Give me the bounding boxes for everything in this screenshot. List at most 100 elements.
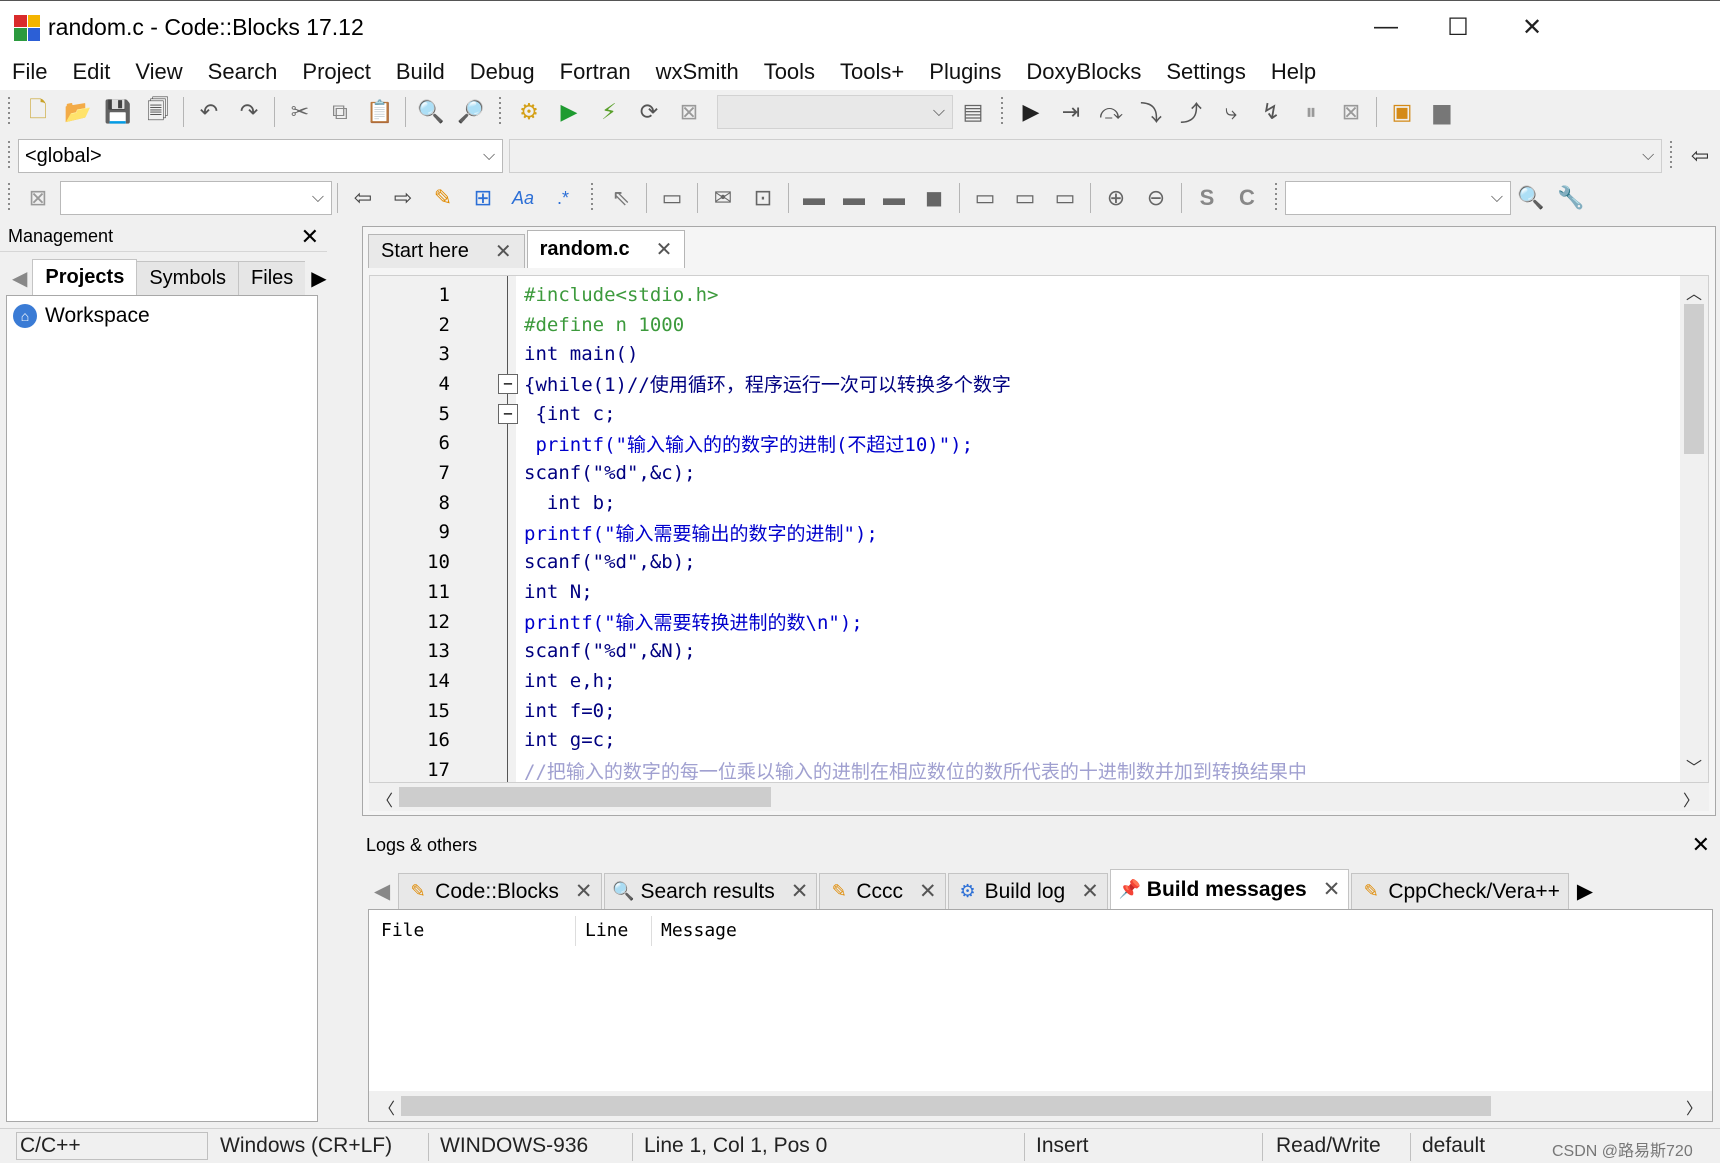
- align-bottom-icon[interactable]: ▬: [878, 182, 910, 214]
- column-header-message[interactable]: Message: [661, 920, 737, 941]
- scroll-right-icon[interactable]: 〉: [1686, 1095, 1702, 1119]
- close-icon[interactable]: ✕: [301, 224, 319, 250]
- save-all-icon[interactable]: 🗐: [142, 96, 174, 128]
- tab-files[interactable]: Files: [238, 261, 307, 295]
- code-line[interactable]: 14 int e,h;: [370, 666, 1680, 696]
- frame-icon[interactable]: ▭: [656, 182, 688, 214]
- toolbar-grip[interactable]: [589, 183, 595, 213]
- highlight-icon[interactable]: ✎: [427, 182, 459, 214]
- align-middle-icon[interactable]: ▬: [838, 182, 870, 214]
- menu-settings[interactable]: Settings: [1166, 59, 1246, 85]
- find-next-icon[interactable]: ⇨: [387, 182, 419, 214]
- close-icon[interactable]: ✕: [1692, 832, 1710, 858]
- scope-combo[interactable]: <global> ⌵: [17, 139, 504, 173]
- code-line[interactable]: 17 //把输入的数字的每一位乘以输入的进制在相应数位的数所代表的十进制数并加到转…: [370, 755, 1680, 782]
- find-icon[interactable]: 🔍: [415, 96, 447, 128]
- tab-scroll-left-icon[interactable]: ◀: [368, 873, 397, 909]
- scroll-up-icon[interactable]: ︿: [1686, 280, 1702, 304]
- function-combo[interactable]: ⌵: [509, 139, 1663, 173]
- tab-log-cccc[interactable]: ✎ Cccc ✕: [819, 873, 946, 909]
- stop-debugger-icon[interactable]: ⊠: [1335, 96, 1367, 128]
- close-icon[interactable]: ✕: [1323, 877, 1341, 902]
- symbol-search-input[interactable]: ⌵: [1285, 181, 1511, 215]
- menu-project[interactable]: Project: [302, 59, 370, 85]
- regex-icon[interactable]: .*: [547, 182, 579, 214]
- toolbar-grip[interactable]: [1668, 141, 1675, 171]
- redo-icon[interactable]: ↷: [233, 96, 265, 128]
- close-icon[interactable]: ✕: [495, 239, 512, 264]
- menu-debug[interactable]: Debug: [470, 59, 535, 85]
- scrollbar-thumb[interactable]: [399, 787, 771, 807]
- step-into-instruction-icon[interactable]: ↯: [1255, 96, 1287, 128]
- build-icon[interactable]: ⚙: [513, 96, 545, 128]
- cut-icon[interactable]: ✂: [284, 96, 316, 128]
- search-input[interactable]: ⌵: [60, 181, 332, 215]
- dialog-icon[interactable]: ✉: [707, 182, 739, 214]
- step-out-icon[interactable]: ⤴: [1175, 96, 1207, 128]
- jump-back-icon[interactable]: ⇦: [1684, 140, 1716, 172]
- menu-plugins[interactable]: Plugins: [929, 59, 1001, 85]
- settings-wrench-icon[interactable]: 🔧: [1555, 182, 1587, 214]
- toolbar-grip[interactable]: [6, 97, 12, 127]
- debugging-windows-icon[interactable]: ▣: [1386, 96, 1418, 128]
- tab-log-build-log[interactable]: ⚙ Build log ✕: [947, 873, 1108, 909]
- build-target-combo[interactable]: ⌵: [717, 95, 953, 129]
- tab-log-code-blocks[interactable]: ✎ Code::Blocks ✕: [398, 873, 602, 909]
- code-line[interactable]: 2 #define n 1000: [370, 310, 1680, 340]
- various-info-icon[interactable]: ▆: [1426, 96, 1458, 128]
- run-icon[interactable]: ▶: [553, 96, 585, 128]
- tab-log-search-results[interactable]: 🔍 Search results ✕: [603, 873, 818, 909]
- debug-continue-icon[interactable]: ▶: [1015, 96, 1047, 128]
- menu-search[interactable]: Search: [208, 59, 278, 85]
- pointer-icon[interactable]: ⇖: [605, 182, 637, 214]
- expand-icon[interactable]: ◼: [918, 182, 950, 214]
- c-icon[interactable]: C: [1231, 182, 1263, 214]
- code-line[interactable]: 11 int N;: [370, 577, 1680, 607]
- scrollbar-thumb[interactable]: [1684, 304, 1704, 454]
- tab-start-here[interactable]: Start here ✕: [368, 234, 525, 268]
- code-line[interactable]: 13 scanf("%d",&N);: [370, 636, 1680, 666]
- menu-wxsmith[interactable]: wxSmith: [656, 59, 739, 85]
- undo-icon[interactable]: ↶: [193, 96, 225, 128]
- maximize-button[interactable]: ☐: [1418, 0, 1498, 54]
- minimize-button[interactable]: —: [1346, 0, 1426, 54]
- build-messages-list[interactable]: File Line Message 〈 〉: [368, 910, 1713, 1122]
- next-line-icon[interactable]: ⤼: [1095, 96, 1127, 128]
- rebuild-icon[interactable]: ⟳: [633, 96, 665, 128]
- close-icon[interactable]: ✕: [919, 879, 937, 904]
- menu-edit[interactable]: Edit: [72, 59, 110, 85]
- close-button[interactable]: ✕: [1492, 0, 1572, 54]
- tab-log-cppcheck-vera-[interactable]: ✎ CppCheck/Vera++: [1351, 873, 1569, 909]
- show-target-dialog-icon[interactable]: ▤: [957, 96, 989, 128]
- border-all-icon[interactable]: ▭: [1049, 182, 1081, 214]
- code-line[interactable]: 7 scanf("%d",&c);: [370, 458, 1680, 488]
- menu-help[interactable]: Help: [1271, 59, 1316, 85]
- align-top-icon[interactable]: ▬: [798, 182, 830, 214]
- code-line[interactable]: 16 int g=c;: [370, 726, 1680, 756]
- scroll-down-icon[interactable]: ﹀: [1686, 754, 1702, 778]
- close-icon[interactable]: ✕: [1081, 879, 1099, 904]
- column-divider[interactable]: [651, 916, 652, 946]
- toolbar-grip[interactable]: [497, 97, 503, 127]
- toolbar-grip[interactable]: [1273, 183, 1279, 213]
- code-line[interactable]: 8 int b;: [370, 488, 1680, 518]
- column-header-line[interactable]: Line: [585, 920, 628, 941]
- vertical-scrollbar[interactable]: ︿ ﹀: [1680, 276, 1708, 782]
- menu-build[interactable]: Build: [396, 59, 445, 85]
- code-line[interactable]: 12 printf("输入需要转换进制的数\n");: [370, 607, 1680, 637]
- tree-item-workspace[interactable]: ⌂ Workspace: [13, 304, 150, 328]
- clear-search-icon[interactable]: ⊠: [22, 182, 54, 214]
- horizontal-scrollbar[interactable]: 〈 〉: [369, 783, 1709, 811]
- tab-scroll-left-icon[interactable]: ◀: [6, 261, 34, 295]
- run-to-cursor-icon[interactable]: ⇥: [1055, 96, 1087, 128]
- zoom-in-icon[interactable]: ⊕: [1100, 182, 1132, 214]
- code-line[interactable]: 10 scanf("%d",&b);: [370, 547, 1680, 577]
- code-line[interactable]: 1 #include<stdio.h>: [370, 280, 1680, 310]
- menu-doxyblocks[interactable]: DoxyBlocks: [1026, 59, 1141, 85]
- border-left-icon[interactable]: ▭: [969, 182, 1001, 214]
- scroll-right-icon[interactable]: 〉: [1683, 787, 1699, 811]
- selected-text-icon[interactable]: ⊞: [467, 182, 499, 214]
- s-icon[interactable]: S: [1191, 182, 1223, 214]
- horizontal-scrollbar[interactable]: 〈 〉: [369, 1091, 1712, 1121]
- code-line[interactable]: 15 int f=0;: [370, 696, 1680, 726]
